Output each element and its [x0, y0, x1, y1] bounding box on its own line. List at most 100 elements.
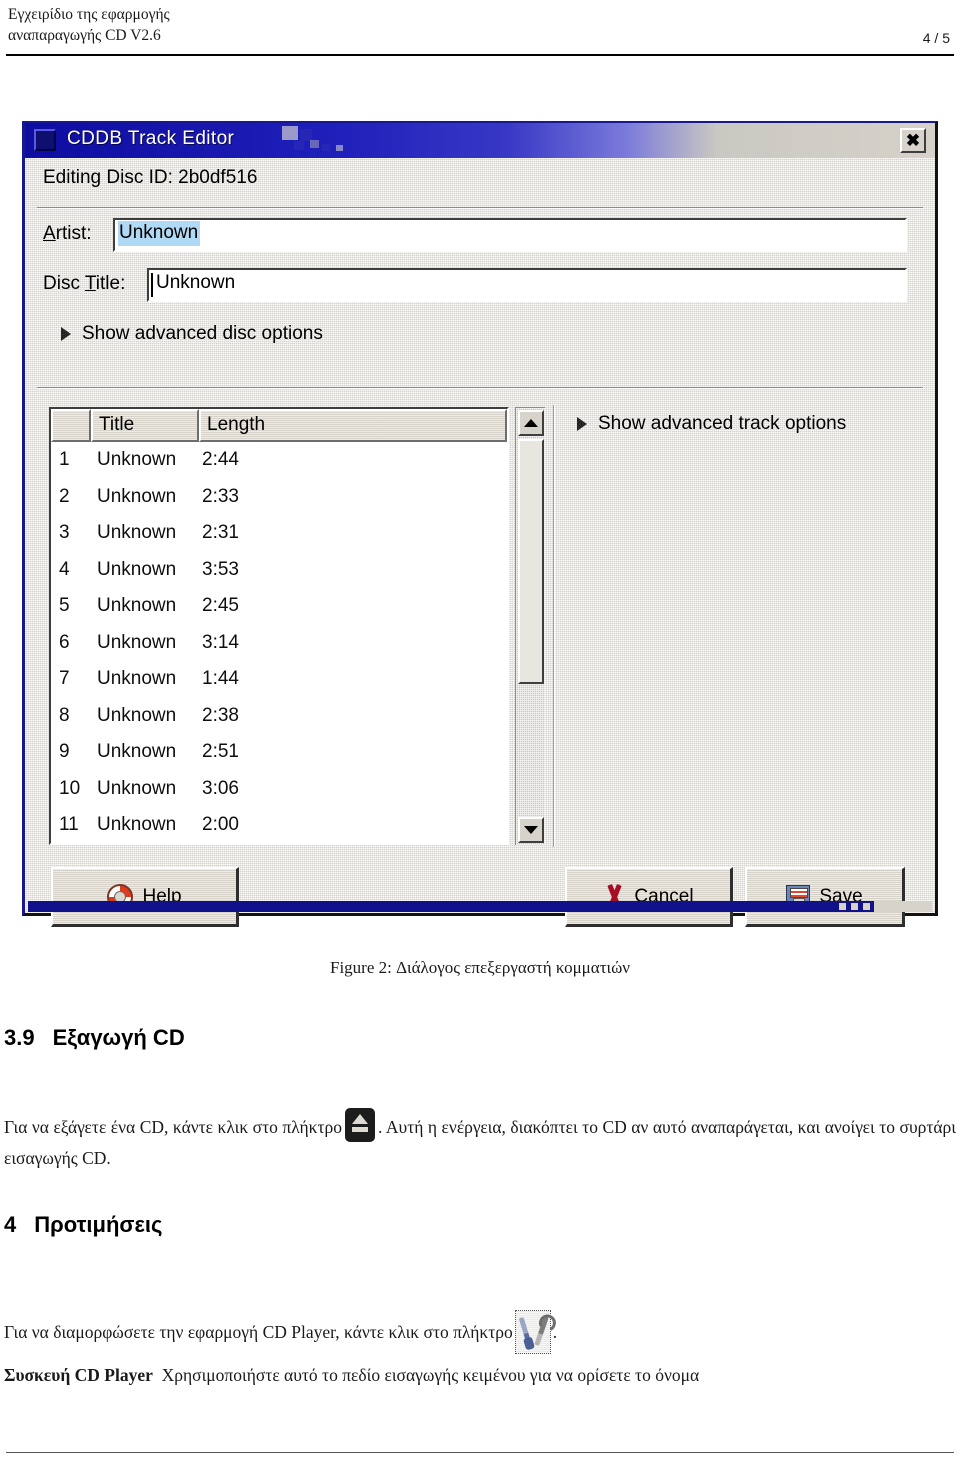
track-title: Unknown [97, 558, 177, 580]
track-length: 2:33 [202, 485, 239, 507]
track-number: 7 [59, 668, 70, 690]
track-list-row[interactable]: 5 Unknown 2:45 [51, 588, 507, 625]
definition-cd-player-device: Συσκευή CD Player Χρησιμοποιήστε αυτό το… [4, 1360, 956, 1391]
text-caret [151, 273, 153, 297]
titlebar-decoration [280, 123, 400, 158]
scroll-up-icon[interactable] [518, 410, 544, 436]
track-length: 1:44 [202, 668, 239, 690]
show-advanced-disc-options[interactable]: Show advanced disc options [61, 323, 323, 345]
column-header-length[interactable]: Length [199, 409, 507, 442]
cddb-track-editor-window: CDDB Track Editor ✖ Editing Disc ID: 2b0… [22, 121, 938, 927]
track-length: 2:31 [202, 522, 239, 544]
track-list-row[interactable]: 1 Unknown 2:44 [51, 442, 507, 479]
artist-label: Artist: [43, 223, 92, 244]
track-number: 5 [59, 595, 70, 617]
disc-title-input[interactable]: Unknown [147, 268, 907, 302]
help-button[interactable]: Help [51, 867, 239, 927]
track-length: 3:06 [202, 777, 239, 799]
disc-title-value: Unknown [156, 272, 236, 293]
window-inner: CDDB Track Editor ✖ Editing Disc ID: 2b0… [25, 123, 935, 927]
track-number: 6 [59, 631, 70, 653]
section-heading-4: 4 Προτιμήσεις [4, 1212, 162, 1238]
track-number: 3 [59, 522, 70, 544]
track-title: Unknown [97, 741, 177, 763]
track-list-row[interactable]: 6 Unknown 3:14 [51, 625, 507, 662]
paragraph-eject-before: Για να εξάγετε ένα CD, κάντε κλικ στο πλ… [4, 1117, 343, 1137]
show-advanced-track-options-label: Show advanced track options [598, 413, 847, 434]
track-list-scrollbar[interactable] [515, 407, 545, 845]
track-number: 9 [59, 741, 70, 763]
track-list-row[interactable]: 9 Unknown 2:51 [51, 734, 507, 771]
track-list-row[interactable]: 11 Unknown 2:00 [51, 807, 507, 843]
track-title: Unknown [97, 814, 177, 836]
chevron-right-icon [577, 417, 587, 431]
track-title: Unknown [97, 595, 177, 617]
disc-title-label: Disc Title: [43, 273, 126, 294]
scroll-down-icon[interactable] [518, 817, 544, 843]
eject-icon [345, 1108, 376, 1142]
page-header: Εγχειρίδιο της εφαρμογής αναπαραγωγής CD… [0, 0, 960, 56]
track-title: Unknown [97, 522, 177, 544]
track-list-row[interactable]: 7 Unknown 1:44 [51, 661, 507, 698]
track-list-row[interactable]: 3 Unknown 2:31 [51, 515, 507, 552]
track-length: 2:00 [202, 814, 239, 836]
column-header-index[interactable] [51, 409, 91, 442]
track-number: 2 [59, 485, 70, 507]
window-icon [34, 129, 56, 151]
track-length: 2:51 [202, 741, 239, 763]
show-advanced-track-options[interactable]: Show advanced track options [577, 413, 846, 435]
chevron-right-icon [61, 327, 71, 341]
window-titlebar: CDDB Track Editor ✖ [25, 123, 935, 158]
section-heading-3-9: 3.9 Εξαγωγή CD [4, 1025, 185, 1051]
track-title: Unknown [97, 704, 177, 726]
artist-value: Unknown [118, 221, 201, 246]
tools-icon [514, 1310, 551, 1354]
track-list-row[interactable]: 10 Unknown 3:06 [51, 771, 507, 808]
section-number: 3.9 [4, 1025, 35, 1050]
track-length: 2:38 [202, 704, 239, 726]
track-title: Unknown [97, 485, 177, 507]
window-bottom-strip [28, 901, 932, 912]
track-length: 3:14 [202, 631, 239, 653]
pane-divider [553, 405, 555, 847]
artist-input[interactable]: Unknown [113, 218, 907, 252]
editing-disc-id-label: Editing Disc ID: 2b0df516 [43, 167, 258, 188]
track-number: 8 [59, 704, 70, 726]
header-divider [6, 54, 954, 56]
track-title: Unknown [97, 668, 177, 690]
column-header-title[interactable]: Title [91, 409, 199, 442]
save-button[interactable]: Save [745, 867, 905, 927]
definition-term: Συσκευή CD Player [4, 1365, 153, 1385]
definition-text: Χρησιμοποιήστε αυτό το πεδίο εισαγωγής κ… [161, 1365, 700, 1385]
track-list-row[interactable]: 8 Unknown 2:38 [51, 698, 507, 735]
paragraph-preferences: Για να διαμορφώσετε την εφαρμογή CD Play… [4, 1310, 956, 1354]
window-client-area: Editing Disc ID: 2b0df516 Artist: Unknow… [31, 161, 929, 927]
page-number: 4 / 5 [922, 30, 950, 46]
section-title: Εξαγωγή CD [52, 1025, 185, 1050]
track-list-row[interactable]: 2 Unknown 2:33 [51, 479, 507, 516]
track-title: Unknown [97, 631, 177, 653]
cancel-button[interactable]: Cancel [565, 867, 733, 927]
track-number: 4 [59, 558, 70, 580]
close-icon[interactable]: ✖ [900, 128, 926, 153]
manual-title: Εγχειρίδιο της εφαρμογής αναπαραγωγής CD… [8, 6, 170, 44]
track-title: Unknown [97, 449, 177, 471]
section-title: Προτιμήσεις [34, 1212, 163, 1237]
show-advanced-disc-options-label: Show advanced disc options [82, 323, 323, 344]
window-title: CDDB Track Editor [67, 128, 235, 149]
track-number: 10 [59, 777, 81, 799]
track-list-rows: 1 Unknown 2:44 2 Unknown 2:33 3 Unknown 2:31 4 Unk… [51, 442, 507, 843]
footer-divider [6, 1452, 954, 1453]
track-list-header: Title Length [51, 409, 507, 442]
paragraph-eject: Για να εξάγετε ένα CD, κάντε κλικ στο πλ… [4, 1108, 956, 1174]
track-number: 11 [59, 814, 79, 836]
track-list-row[interactable]: 4 Unknown 3:53 [51, 552, 507, 589]
track-title: Unknown [97, 777, 177, 799]
track-number: 1 [59, 449, 70, 471]
scrollbar-thumb[interactable] [518, 439, 544, 684]
figure-caption: Figure 2: Διάλογος επεξεργαστή κομματιών [330, 958, 630, 977]
track-length: 3:53 [202, 558, 239, 580]
track-list[interactable]: Title Length 1 Unknown 2:44 2 Unknown 2:33 3 Un… [49, 407, 509, 845]
track-length: 2:44 [202, 449, 239, 471]
section-number: 4 [4, 1212, 17, 1237]
